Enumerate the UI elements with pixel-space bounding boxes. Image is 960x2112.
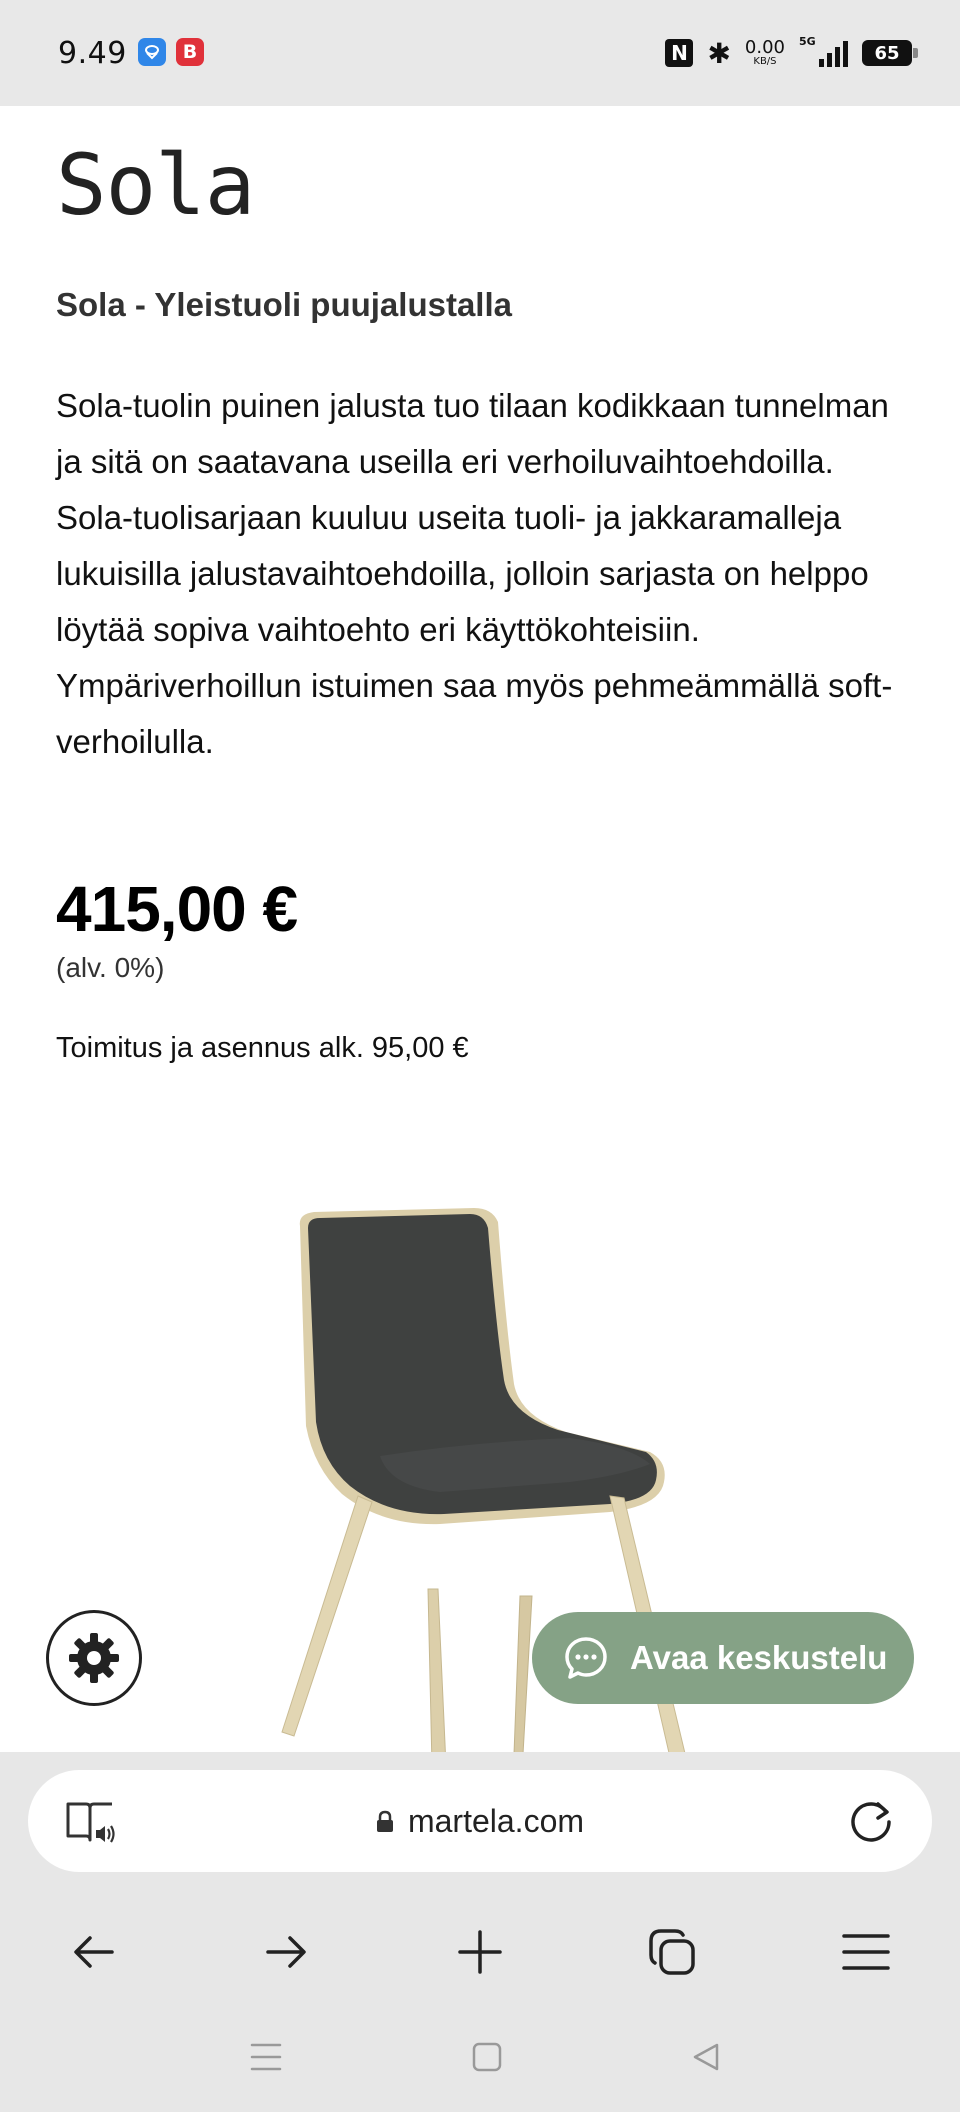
- open-chat-button[interactable]: Avaa keskustelu: [532, 1612, 914, 1704]
- delivery-info: Toimitus ja asennus alk. 95,00 €: [56, 1032, 469, 1064]
- arrow-left-icon: [74, 1936, 114, 1968]
- vat-note: (alv. 0%): [56, 952, 165, 983]
- back-button[interactable]: [56, 1914, 132, 1990]
- settings-button[interactable]: [46, 1610, 142, 1706]
- system-navigation-bar: [0, 2022, 960, 2092]
- system-back-button[interactable]: [681, 2032, 731, 2082]
- network-speed-unit: KB/S: [753, 56, 777, 67]
- page-content: Sola Sola - Yleistuoli puujalustalla Sol…: [0, 106, 960, 1752]
- nfc-icon: N: [665, 39, 694, 67]
- hamburger-menu-icon: [842, 1934, 890, 1970]
- lock-icon: [376, 1810, 393, 1832]
- bluetooth-icon: ✱: [707, 36, 731, 70]
- network-speed-value: 0.00: [744, 37, 785, 58]
- product-subtitle: Sola - Yleistuoli puujalustalla: [56, 286, 512, 323]
- tabs-button[interactable]: [634, 1914, 710, 1990]
- page-title: Sola: [56, 136, 255, 234]
- new-tab-button[interactable]: [442, 1914, 518, 1990]
- network-type: 5G: [799, 35, 816, 48]
- signal-icon: 5G: [799, 35, 848, 67]
- status-icons: N ✱ 0.00 KB/S 5G 65: [665, 34, 918, 72]
- tabs-icon: [649, 1929, 695, 1975]
- chat-bubble-icon: [565, 1637, 607, 1679]
- back-triangle-icon: [693, 2043, 719, 2071]
- gear-icon: [69, 1633, 119, 1683]
- recent-apps-button[interactable]: [241, 2032, 291, 2082]
- notification-app-icon-b: B: [176, 38, 204, 66]
- network-speed: 0.00 KB/S: [745, 39, 785, 67]
- product-description: Sola-tuolin puinen jalusta tuo tilaan ko…: [56, 387, 893, 760]
- browser-nav-row: [0, 1914, 960, 1990]
- menu-button[interactable]: [828, 1914, 904, 1990]
- open-chat-label: Avaa keskustelu: [630, 1639, 888, 1676]
- recent-apps-icon: [250, 2043, 282, 2071]
- url-display[interactable]: martela.com: [28, 1770, 932, 1872]
- plus-icon: [458, 1930, 502, 1974]
- home-button[interactable]: [462, 2032, 512, 2082]
- browser-toolbar: martela.com: [0, 1752, 960, 2112]
- notification-app-icon: [138, 38, 166, 66]
- home-square-icon: [472, 2042, 502, 2072]
- status-bar: 9.49 B N ✱ 0.00 KB/S 5G 65: [0, 0, 960, 106]
- arrow-right-icon: [266, 1936, 306, 1968]
- forward-button[interactable]: [248, 1914, 324, 1990]
- url-text: martela.com: [407, 1802, 585, 1839]
- status-time: 9.49: [58, 36, 127, 71]
- product-price: 415,00 €: [56, 873, 298, 945]
- reload-icon[interactable]: [848, 1798, 894, 1844]
- battery-icon: 65: [862, 40, 918, 66]
- address-bar[interactable]: martela.com: [28, 1770, 932, 1872]
